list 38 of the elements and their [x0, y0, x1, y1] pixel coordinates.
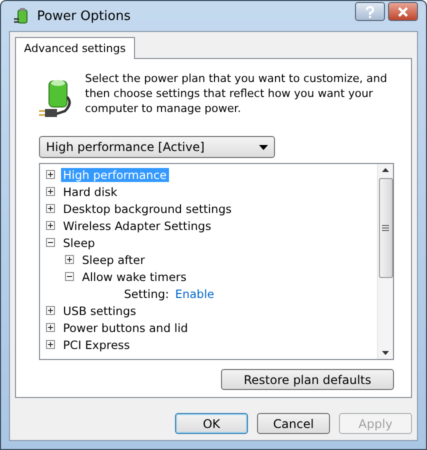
tree-item[interactable]: Hard disk — [61, 184, 120, 198]
help-icon — [365, 6, 375, 18]
expand-icon[interactable] — [46, 221, 55, 230]
plan-dropdown[interactable]: High performance [Active] — [39, 136, 275, 158]
scroll-up-icon[interactable] — [382, 168, 389, 172]
close-button[interactable] — [388, 2, 418, 21]
tab[interactable]: Advanced settings — [15, 37, 135, 59]
tree-item[interactable]: Power buttons and lid — [61, 320, 190, 334]
tree-item[interactable]: USB settings — [61, 304, 138, 318]
tree-item[interactable]: Allow wake timers — [80, 270, 188, 284]
expand-icon[interactable] — [46, 340, 55, 349]
tree-item[interactable]: Wireless Adapter Settings — [61, 218, 214, 232]
tree-item[interactable]: Sleep — [61, 236, 97, 250]
scrollbar[interactable] — [377, 164, 393, 359]
expand-icon[interactable] — [46, 306, 55, 315]
tree-item[interactable]: Desktop background settings — [61, 202, 234, 216]
dialog-button[interactable]: Cancel — [257, 413, 330, 434]
scroll-thumb[interactable] — [378, 178, 392, 278]
dialog-button[interactable]: OK — [175, 413, 248, 434]
expand-icon[interactable] — [46, 204, 55, 213]
tree-item[interactable]: Sleep after — [80, 252, 147, 266]
window-title: Power Options — [37, 8, 132, 24]
scroll-down-icon[interactable] — [382, 351, 389, 355]
description-text: Select the power plan that you want to customize, and then choose settings that reflect how you want your computer to manage power. — [85, 71, 388, 117]
grip-icon — [382, 225, 389, 231]
close-icon — [397, 6, 409, 16]
expand-icon[interactable] — [46, 187, 55, 196]
restore-defaults-button[interactable]: Restore plan defaults — [221, 369, 394, 390]
caret-icon — [259, 144, 268, 150]
expand-icon[interactable] — [65, 255, 74, 264]
expand-icon[interactable] — [46, 323, 55, 332]
expand-icon[interactable] — [46, 170, 55, 179]
tree-item[interactable]: PCI Express — [61, 338, 132, 352]
help-button[interactable] — [355, 2, 385, 21]
collapse-icon[interactable] — [46, 238, 55, 247]
collapse-icon[interactable] — [65, 272, 74, 281]
setting-label: Setting: — [124, 286, 170, 300]
setting-value-link[interactable]: Enable — [175, 286, 214, 300]
